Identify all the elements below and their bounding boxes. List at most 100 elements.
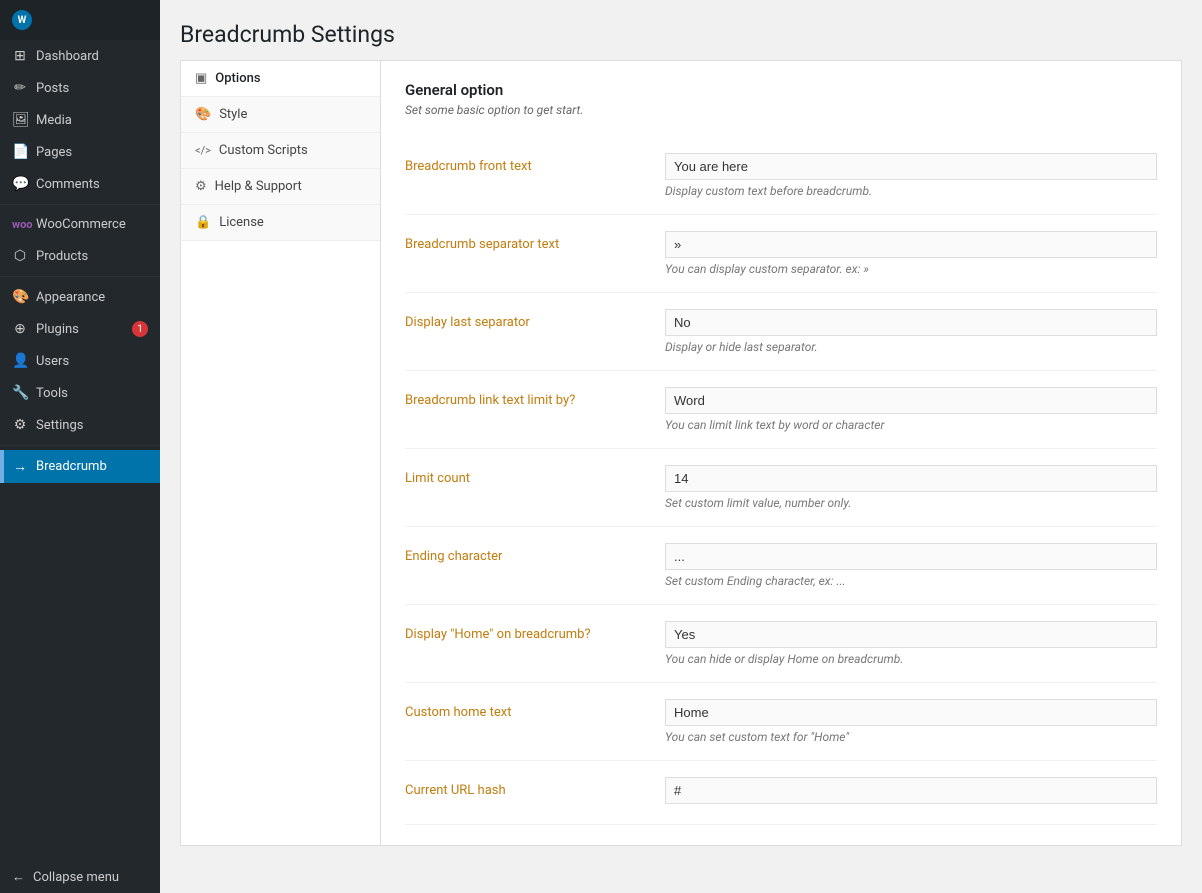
setting-row-current-url-hash: Current URL hash [405, 761, 1157, 825]
tab-label: Options [215, 71, 260, 86]
sidebar-item-label: Comments [36, 177, 100, 192]
breadcrumb-front-text-input[interactable] [665, 153, 1157, 180]
ending-character-input[interactable] [665, 543, 1157, 570]
sidebar-item-posts[interactable]: ✏ Posts [0, 72, 160, 104]
sidebar-item-products[interactable]: ⬡ Products [0, 240, 160, 272]
sidebar-item-plugins[interactable]: ⊕ Plugins 1 [0, 313, 160, 345]
tab-style[interactable]: 🎨 Style [181, 97, 380, 133]
setting-hint-limit-count: Set custom limit value, number only. [665, 496, 1157, 510]
page-header: Breadcrumb Settings [160, 0, 1202, 60]
style-tab-icon: 🎨 [195, 107, 211, 122]
setting-label-ending-character: Ending character [405, 543, 665, 564]
sidebar-logo: W [0, 0, 160, 40]
general-option-title: General option [405, 81, 1157, 99]
setting-hint-link-text-limit: You can limit link text by word or chara… [665, 418, 1157, 432]
sidebar-item-label: Posts [36, 81, 69, 96]
sidebar-item-settings[interactable]: ⚙ Settings [0, 409, 160, 441]
tab-label: Help & Support [215, 179, 302, 194]
current-url-hash-input[interactable] [665, 777, 1157, 804]
setting-field-separator-text: You can display custom separator. ex: » [665, 231, 1157, 276]
content-area: Breadcrumb Settings ▣ Options 🎨 Style </… [160, 0, 1202, 893]
sidebar-item-tools[interactable]: 🔧 Tools [0, 377, 160, 409]
sidebar-item-label: Appearance [36, 290, 105, 305]
sidebar-item-woocommerce[interactable]: woo WooCommerce [0, 209, 160, 240]
setting-row-link-text-limit: Breadcrumb link text limit by? You can l… [405, 371, 1157, 449]
main-area: Breadcrumb Settings ▣ Options 🎨 Style </… [160, 0, 1202, 893]
settings-icon: ⚙ [12, 417, 28, 433]
setting-row-front-text: Breadcrumb front text Display custom tex… [405, 137, 1157, 215]
breadcrumb-separator-text-input[interactable] [665, 231, 1157, 258]
sidebar-item-pages[interactable]: 📄 Pages [0, 136, 160, 168]
posts-icon: ✏ [12, 80, 28, 96]
options-tab-icon: ▣ [195, 71, 207, 86]
sidebar-item-label: Plugins [36, 322, 79, 337]
setting-row-ending-character: Ending character Set custom Ending chara… [405, 527, 1157, 605]
setting-field-limit-count: Set custom limit value, number only. [665, 465, 1157, 510]
sidebar-item-dashboard[interactable]: ⊞ Dashboard [0, 40, 160, 72]
setting-field-display-home: You can hide or display Home on breadcru… [665, 621, 1157, 666]
appearance-icon: 🎨 [12, 289, 28, 305]
setting-hint-front-text: Display custom text before breadcrumb. [665, 184, 1157, 198]
setting-row-display-home: Display "Home" on breadcrumb? You can hi… [405, 605, 1157, 683]
limit-count-input[interactable] [665, 465, 1157, 492]
sidebar-item-appearance[interactable]: 🎨 Appearance [0, 281, 160, 313]
tab-custom-scripts[interactable]: </> Custom Scripts [181, 133, 380, 169]
setting-row-display-last-separator: Display last separator Display or hide l… [405, 293, 1157, 371]
breadcrumb-nav-icon: → [12, 458, 28, 475]
products-icon: ⬡ [12, 248, 28, 264]
display-last-separator-input[interactable] [665, 309, 1157, 336]
collapse-label: Collapse menu [33, 870, 119, 885]
sidebar-item-label: Media [36, 113, 72, 128]
general-option-desc: Set some basic option to get start. [405, 103, 1157, 117]
setting-hint-custom-home-text: You can set custom text for "Home" [665, 730, 1157, 744]
sidebar-item-breadcrumb[interactable]: → Breadcrumb [0, 450, 160, 483]
tools-icon: 🔧 [12, 385, 28, 401]
tab-help-support[interactable]: ⚙ Help & Support [181, 169, 380, 205]
settings-layout: ▣ Options 🎨 Style </> Custom Scripts ⚙ H… [180, 60, 1182, 846]
sidebar-item-label: Tools [36, 386, 68, 401]
plugins-badge: 1 [132, 321, 148, 337]
sidebar-item-label: Breadcrumb [36, 459, 107, 474]
sidebar-item-media[interactable]: 🖼 Media [0, 104, 160, 136]
sidebar-divider-2 [0, 276, 160, 277]
setting-field-front-text: Display custom text before breadcrumb. [665, 153, 1157, 198]
sidebar-item-label: Pages [36, 145, 72, 160]
custom-home-text-input[interactable] [665, 699, 1157, 726]
tab-label: License [219, 215, 264, 230]
setting-label-limit-count: Limit count [405, 465, 665, 486]
collapse-menu-button[interactable]: ← Collapse menu [0, 861, 160, 893]
setting-row-separator-text: Breadcrumb separator text You can displa… [405, 215, 1157, 293]
plugins-icon: ⊕ [12, 321, 28, 337]
page-title: Breadcrumb Settings [180, 20, 1182, 50]
sidebar-item-label: Users [36, 354, 69, 369]
tab-options[interactable]: ▣ Options [181, 61, 380, 97]
setting-label-current-url-hash: Current URL hash [405, 777, 665, 798]
custom-scripts-tab-icon: </> [195, 144, 211, 157]
display-home-breadcrumb-input[interactable] [665, 621, 1157, 648]
setting-row-limit-count: Limit count Set custom limit value, numb… [405, 449, 1157, 527]
setting-field-ending-character: Set custom Ending character, ex: ... [665, 543, 1157, 588]
sidebar-item-comments[interactable]: 💬 Comments [0, 168, 160, 200]
wordpress-icon: W [12, 10, 32, 30]
setting-hint-display-last-separator: Display or hide last separator. [665, 340, 1157, 354]
users-icon: 👤 [12, 353, 28, 369]
settings-content: General option Set some basic option to … [380, 60, 1182, 846]
tab-label: Style [219, 107, 247, 122]
sidebar: W ⊞ Dashboard ✏ Posts 🖼 Media 📄 Pages 💬 … [0, 0, 160, 893]
setting-field-custom-home-text: You can set custom text for "Home" [665, 699, 1157, 744]
sidebar-item-label: Dashboard [36, 49, 99, 64]
sidebar-divider [0, 204, 160, 205]
sidebar-item-label: Settings [36, 418, 83, 433]
tab-license[interactable]: 🔒 License [181, 205, 380, 241]
breadcrumb-link-text-limit-input[interactable] [665, 387, 1157, 414]
sidebar-item-users[interactable]: 👤 Users [0, 345, 160, 377]
woocommerce-icon: woo [12, 218, 28, 231]
sidebar-divider-3 [0, 445, 160, 446]
setting-label-display-home: Display "Home" on breadcrumb? [405, 621, 665, 642]
setting-row-custom-home-text: Custom home text You can set custom text… [405, 683, 1157, 761]
collapse-icon: ← [12, 869, 25, 885]
settings-tabs: ▣ Options 🎨 Style </> Custom Scripts ⚙ H… [180, 60, 380, 846]
sidebar-item-label: Products [36, 249, 88, 264]
media-icon: 🖼 [12, 112, 28, 128]
pages-icon: 📄 [12, 144, 28, 160]
